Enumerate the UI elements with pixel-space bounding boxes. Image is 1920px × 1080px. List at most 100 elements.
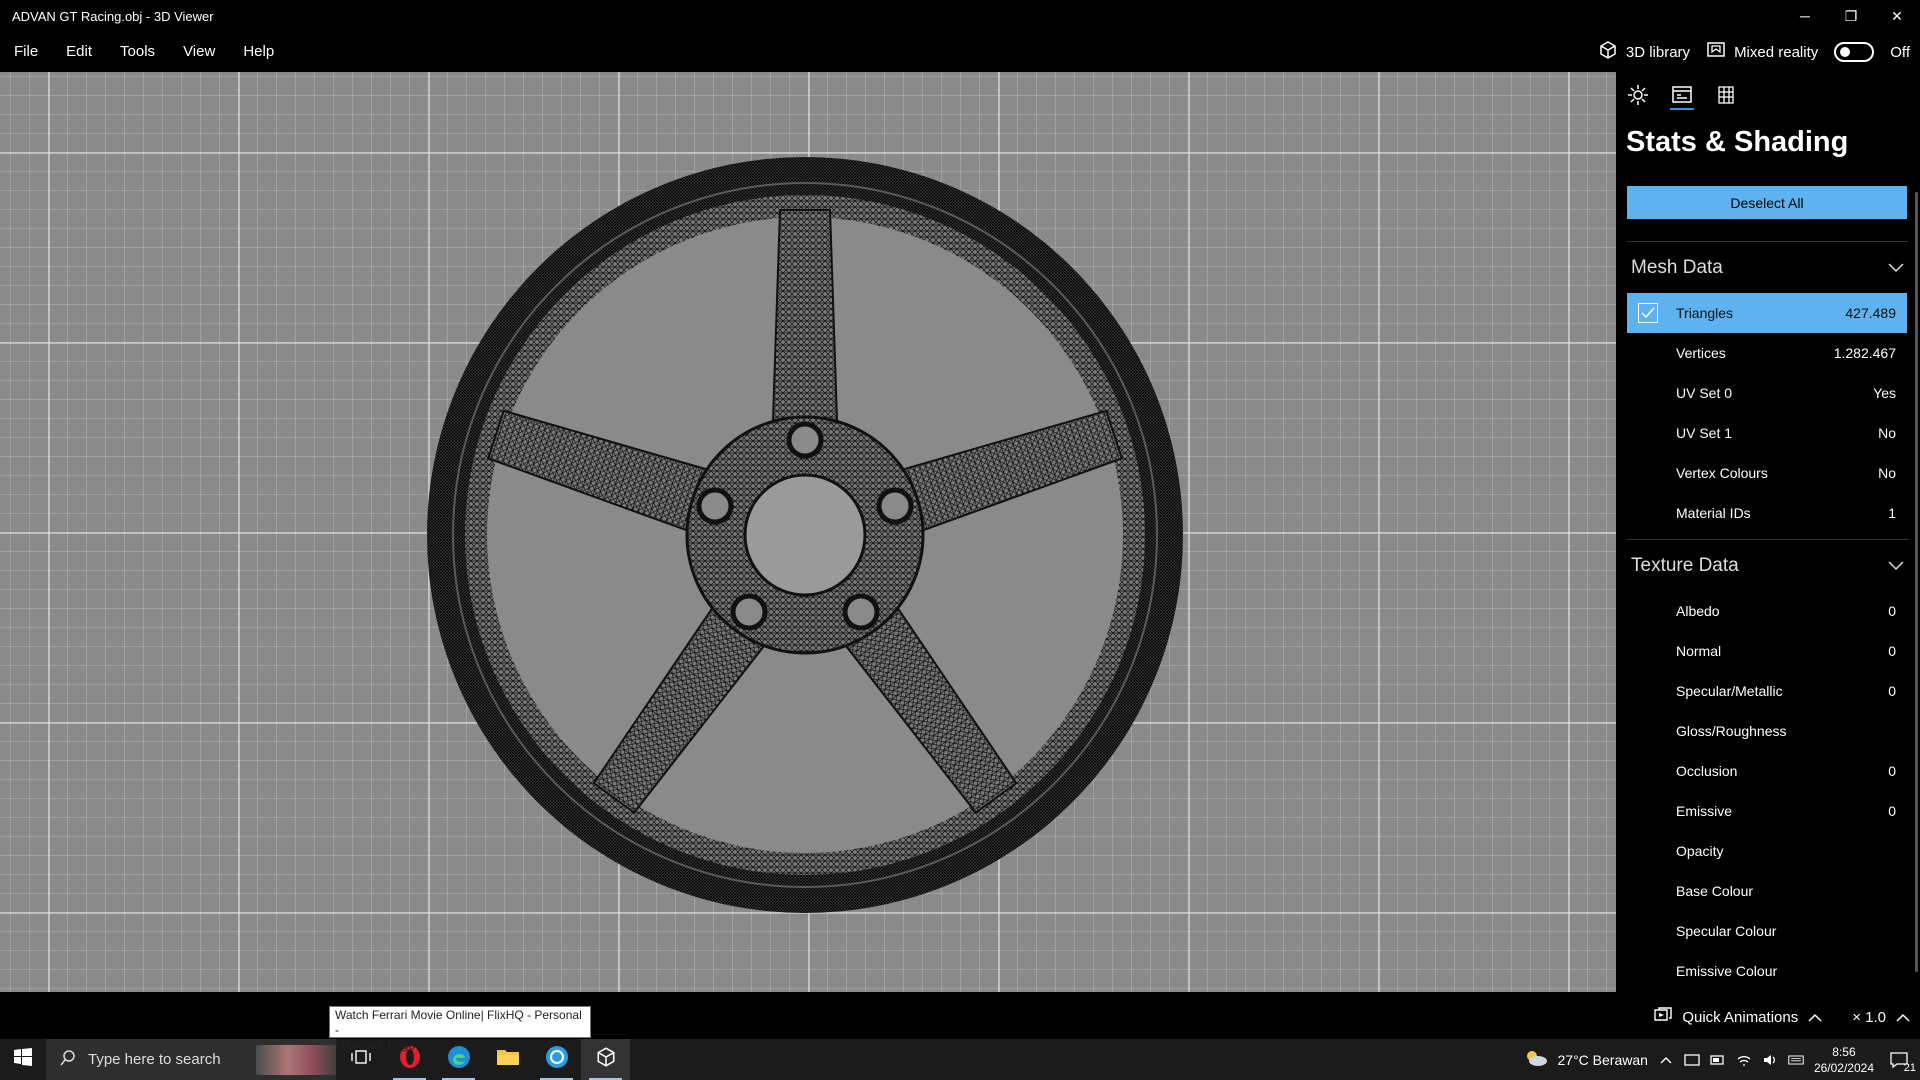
tooltip-line-2: Microsoft Edge <box>335 1038 416 1052</box>
row-label: Base Colour <box>1676 883 1754 899</box>
texture-row-occlusion[interactable]: Occlusion 0 <box>1627 751 1907 791</box>
chevron-down-icon <box>1888 257 1904 279</box>
clock-date: 26/02/2024 <box>1813 1060 1874 1075</box>
row-label: Material IDs <box>1676 505 1751 521</box>
start-button[interactable] <box>0 1039 46 1080</box>
texture-row-gloss-roughness[interactable]: Gloss/Roughness <box>1627 711 1907 751</box>
row-value: No <box>1878 465 1896 481</box>
speed-value[interactable]: × 1.0 <box>1852 1009 1886 1026</box>
texture-data-title: Texture Data <box>1631 554 1739 576</box>
row-label: Emissive Colour <box>1676 963 1778 979</box>
system-tray: 27°C Berawan 8:56 26/02/2024 21 <box>1524 1039 1920 1080</box>
3d-library-button[interactable]: 3D library <box>1598 40 1690 64</box>
texture-row-emissive-colour[interactable]: Emissive Colour <box>1627 951 1907 991</box>
wifi-icon[interactable] <box>1736 1052 1752 1068</box>
taskbar-3d-viewer[interactable] <box>581 1039 630 1080</box>
tab-lighting[interactable] <box>1626 84 1650 114</box>
mixed-reality-icon <box>1706 40 1726 64</box>
windows-icon <box>14 1048 32 1071</box>
texture-row-base-colour[interactable]: Base Colour <box>1627 871 1907 911</box>
mesh-data-header[interactable]: Mesh Data <box>1627 241 1908 293</box>
row-value: 0 <box>1888 683 1896 699</box>
menu-help[interactable]: Help <box>229 32 288 72</box>
texture-data-header[interactable]: Texture Data <box>1627 539 1908 591</box>
close-button[interactable]: ✕ <box>1874 0 1920 32</box>
texture-row-specular-colour[interactable]: Specular Colour <box>1627 911 1907 951</box>
panel-title: Stats & Shading <box>1626 126 1849 158</box>
clock[interactable]: 8:56 26/02/2024 <box>1814 1044 1874 1076</box>
clock-time: 8:56 <box>1832 1044 1856 1059</box>
menu-file[interactable]: File <box>0 32 52 72</box>
quick-animations-bar: Quick Animations × 1.0 <box>1652 1006 1910 1028</box>
row-value: 0 <box>1888 763 1896 779</box>
weather-icon <box>1524 1049 1548 1070</box>
restore-button[interactable]: ❐ <box>1828 0 1874 32</box>
row-value: 0 <box>1888 803 1896 819</box>
grid-icon <box>1715 84 1737 111</box>
menu-bar: File Edit Tools View Help 3D library Mix… <box>0 32 1920 72</box>
row-label: Gloss/Roughness <box>1676 723 1787 739</box>
chevron-up-icon[interactable] <box>1808 1009 1822 1026</box>
tab-grid[interactable] <box>1714 84 1738 114</box>
3d-viewer-icon <box>595 1046 617 1073</box>
wheel-model[interactable] <box>420 150 1190 920</box>
row-value: 1.282.467 <box>1833 345 1896 361</box>
row-value: 0 <box>1888 603 1896 619</box>
search-placeholder: Type here to search <box>88 1051 221 1068</box>
mesh-row-triangles[interactable]: Triangles 427.489 <box>1627 293 1907 333</box>
taskbar-search[interactable]: Type here to search <box>46 1039 336 1080</box>
meet-now-icon[interactable] <box>1684 1052 1700 1068</box>
quick-animations-button[interactable]: Quick Animations <box>1682 1009 1798 1026</box>
row-value: Yes <box>1873 385 1896 401</box>
menu-view[interactable]: View <box>169 32 229 72</box>
mixed-reality-label: Mixed reality <box>1734 43 1819 61</box>
texture-row-emissive[interactable]: Emissive 0 <box>1627 791 1907 831</box>
row-value: 0 <box>1888 643 1896 659</box>
keyboard-icon[interactable] <box>1788 1052 1804 1068</box>
mixed-reality-toggle[interactable] <box>1834 42 1875 62</box>
menu-tools[interactable]: Tools <box>106 32 169 72</box>
chevron-down-icon <box>1888 555 1904 577</box>
mesh-row-vertices[interactable]: Vertices 1.282.467 <box>1627 333 1907 373</box>
row-label: Specular/Metallic <box>1676 683 1783 699</box>
row-label: UV Set 1 <box>1676 425 1733 441</box>
row-value: 1 <box>1888 505 1896 521</box>
mesh-row-material-ids[interactable]: Material IDs 1 <box>1627 493 1907 533</box>
texture-row-albedo[interactable]: Albedo 0 <box>1627 591 1907 631</box>
taskbar: Type here to search 27°C Berawan 8:56 26… <box>0 1039 1920 1080</box>
chevron-up-icon[interactable] <box>1896 1009 1910 1026</box>
notification-center[interactable]: 21 <box>1884 1051 1916 1074</box>
notification-count: 21 <box>1903 1061 1916 1074</box>
row-label: Albedo <box>1676 603 1720 619</box>
taskbar-tooltip: Watch Ferrari Movie Online| FlixHQ - Per… <box>329 1006 591 1052</box>
chevron-up-icon[interactable] <box>1658 1052 1674 1068</box>
tab-stats[interactable] <box>1670 84 1694 114</box>
weather-text[interactable]: 27°C Berawan <box>1558 1052 1648 1068</box>
minimize-button[interactable]: ─ <box>1782 0 1828 32</box>
texture-row-normal[interactable]: Normal 0 <box>1627 631 1907 671</box>
title-bar: ADVAN GT Racing.obj - 3D Viewer ─ ❐ ✕ <box>0 0 1920 32</box>
row-label: Triangles <box>1676 305 1734 321</box>
checkbox-icon[interactable] <box>1638 303 1658 323</box>
volume-icon[interactable] <box>1762 1052 1778 1068</box>
texture-row-specular-metallic[interactable]: Specular/Metallic 0 <box>1627 671 1907 711</box>
texture-row-opacity[interactable]: Opacity <box>1627 831 1907 871</box>
mesh-row-vertex-colours[interactable]: Vertex Colours No <box>1627 453 1907 493</box>
mesh-row-uv-set-0[interactable]: UV Set 0 Yes <box>1627 373 1907 413</box>
row-label: Vertices <box>1676 345 1726 361</box>
battery-icon[interactable] <box>1710 1052 1726 1068</box>
row-label: Specular Colour <box>1676 923 1777 939</box>
row-value: No <box>1878 425 1896 441</box>
row-label: Occlusion <box>1676 763 1738 779</box>
mixed-reality-button[interactable]: Mixed reality <box>1706 40 1818 64</box>
sun-icon <box>1627 84 1649 111</box>
mesh-row-uv-set-1[interactable]: UV Set 1 No <box>1627 413 1907 453</box>
deselect-all-button[interactable]: Deselect All <box>1627 186 1907 219</box>
cube-icon <box>1598 40 1618 64</box>
stats-panel: Stats & Shading Deselect All Mesh Data T… <box>1616 72 1920 992</box>
window-title: ADVAN GT Racing.obj - 3D Viewer <box>12 8 214 24</box>
3d-viewport[interactable] <box>0 72 1616 992</box>
menu-edit[interactable]: Edit <box>52 32 106 72</box>
panel-scrollbar[interactable] <box>1915 192 1918 972</box>
status-bar: Quick Animations × 1.0 <box>0 992 1920 1039</box>
